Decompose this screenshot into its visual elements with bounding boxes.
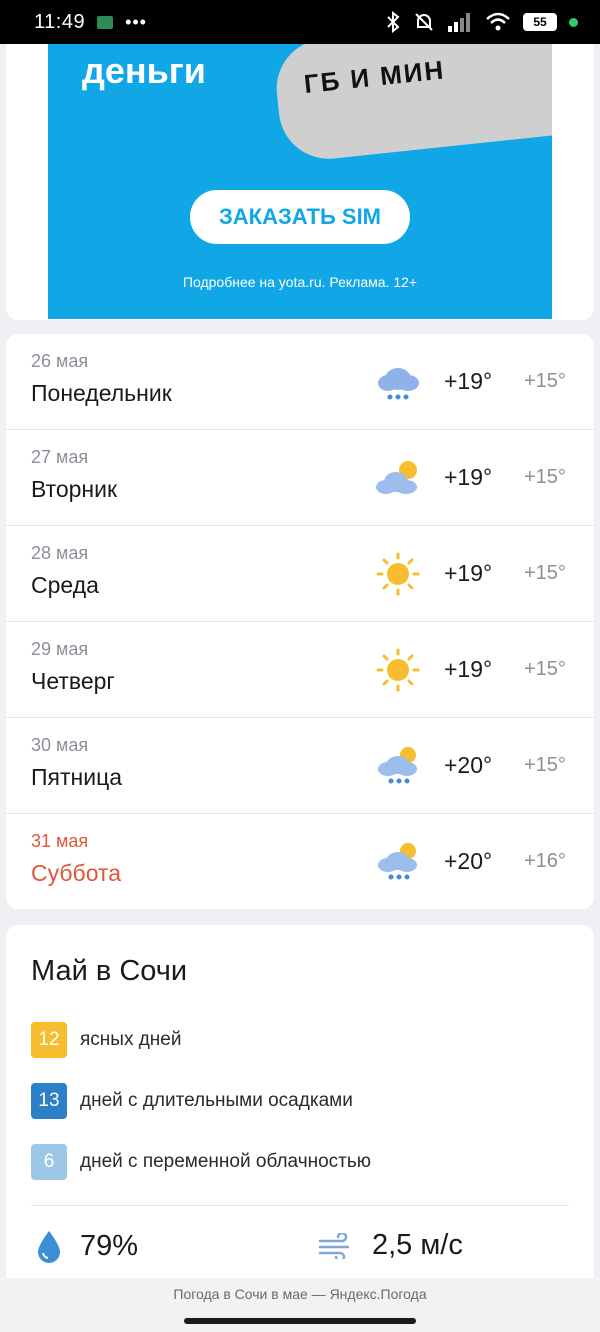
month-summary-card: Май в Сочи 12 ясных дней 13 дней с длите… (6, 925, 594, 1285)
ad-card: деньги ГБ И МИН ЗАКАЗАТЬ SIM Подробнее н… (6, 30, 594, 320)
forecast-temp-day: +19° (444, 560, 493, 586)
ad-banner[interactable]: деньги ГБ И МИН ЗАКАЗАТЬ SIM Подробнее н… (48, 44, 552, 319)
forecast-temp-day: +20° (444, 752, 493, 778)
cloudy-days-badge: 6 (31, 1144, 67, 1180)
forecast-weekday: Вторник (31, 476, 118, 502)
mir-icon (97, 15, 114, 29)
forecast-row[interactable]: 31 мая Суббота +20° +16° (6, 814, 594, 909)
cloudy-days-label: дней с переменной облачностью (80, 1151, 372, 1172)
wind-value: 2,5 м/с (372, 1229, 463, 1261)
forecast-weekday: Суббота (31, 860, 122, 886)
ad-finger-text: ГБ И МИН (302, 54, 447, 100)
humidity-value: 79% (80, 1229, 139, 1262)
sun-rain-cloud-icon (378, 843, 417, 880)
finger-illustration: ГБ И МИН (271, 44, 552, 164)
wind-metric: 2,5 м/с (318, 1229, 463, 1262)
sun-icon (376, 552, 420, 596)
order-sim-button[interactable]: ЗАКАЗАТЬ SIM (190, 190, 410, 244)
status-bar: 11:49 ••• 55 (0, 0, 600, 44)
ad-disclaimer: Подробнее на yota.ru. Реклама. 12+ (182, 274, 418, 290)
rain-cloud-icon (378, 368, 419, 400)
humidity-drop-icon (38, 1231, 60, 1263)
forecast-row[interactable]: 29 мая Четверг +19° +15° (6, 622, 594, 718)
bluetooth-icon (387, 11, 400, 33)
page: 11:49 ••• 55 деньги ГБ И МИН ЗАКАЗАТЬ SI… (0, 0, 600, 1332)
forecast-temp-day: +20° (444, 848, 493, 874)
footer-caption: Погода в Сочи в мае — Яндекс.Погода (173, 1286, 427, 1302)
signal-icon (448, 13, 470, 32)
forecast-weekday: Четверг (31, 668, 115, 694)
home-indicator[interactable] (184, 1318, 416, 1324)
forecast-temp-day: +19° (444, 656, 493, 682)
battery-indicator: 55 (523, 13, 557, 31)
forecast-date: 30 мая (31, 735, 89, 755)
forecast-date: 31 мая (31, 831, 89, 851)
clear-days-badge: 12 (31, 1022, 67, 1058)
ad-title: деньги (82, 50, 206, 91)
forecast-date: 26 мая (31, 351, 89, 371)
forecast-temp-day: +19° (444, 368, 493, 394)
forecast-row[interactable]: 26 мая Понедельник +19° +15° (6, 334, 594, 430)
forecast-row[interactable]: 30 мая Пятница +20° +15° (6, 718, 594, 814)
privacy-dot-icon (569, 17, 578, 27)
humidity-metric: 79% (36, 1229, 138, 1263)
forecast-temp-night: +15° (524, 658, 566, 680)
precipitation-days-badge: 13 (31, 1083, 67, 1119)
wind-icon (318, 1232, 350, 1259)
status-time: 11:49 (34, 10, 86, 33)
forecast-temp-night: +15° (524, 466, 566, 488)
forecast-temp-day: +19° (444, 464, 493, 490)
cloud-sun-icon (376, 461, 417, 494)
divider (31, 1205, 569, 1206)
forecast-date: 29 мая (31, 639, 89, 659)
forecast-row[interactable]: 28 мая Среда +19° +15° (6, 526, 594, 622)
forecast-weekday: Среда (31, 572, 99, 598)
month-title: Май в Сочи (31, 955, 188, 987)
footer: Погода в Сочи в мае — Яндекс.Погода (0, 1278, 600, 1332)
forecast-weekday: Пятница (31, 764, 123, 790)
forecast-row[interactable]: 27 мая Вторник +19° +15° (6, 430, 594, 526)
sun-rain-cloud-icon (378, 747, 417, 784)
precipitation-days-stat: 13 дней с длительными осадками (31, 1083, 353, 1119)
forecast-date: 27 мая (31, 447, 89, 467)
forecast-list: 26 мая Понедельник +19° +15° 27 мая Втор… (6, 334, 594, 909)
sun-icon (376, 648, 420, 692)
more-notifications-icon: ••• (125, 11, 147, 32)
forecast-weekday: Понедельник (31, 380, 172, 406)
forecast-temp-night: +15° (524, 370, 566, 392)
forecast-date: 28 мая (31, 543, 89, 563)
cloudy-days-stat: 6 дней с переменной облачностью (31, 1144, 371, 1180)
clear-days-label: ясных дней (80, 1029, 182, 1050)
clear-days-stat: 12 ясных дней (31, 1022, 181, 1058)
status-icons: 55 (385, 11, 578, 33)
forecast-temp-night: +15° (524, 754, 566, 776)
forecast-temp-night: +15° (524, 562, 566, 584)
precipitation-days-label: дней с длительными осадками (80, 1090, 353, 1111)
forecast-temp-night: +16° (524, 850, 566, 872)
wifi-icon (486, 12, 510, 31)
silent-bell-icon (415, 13, 433, 31)
